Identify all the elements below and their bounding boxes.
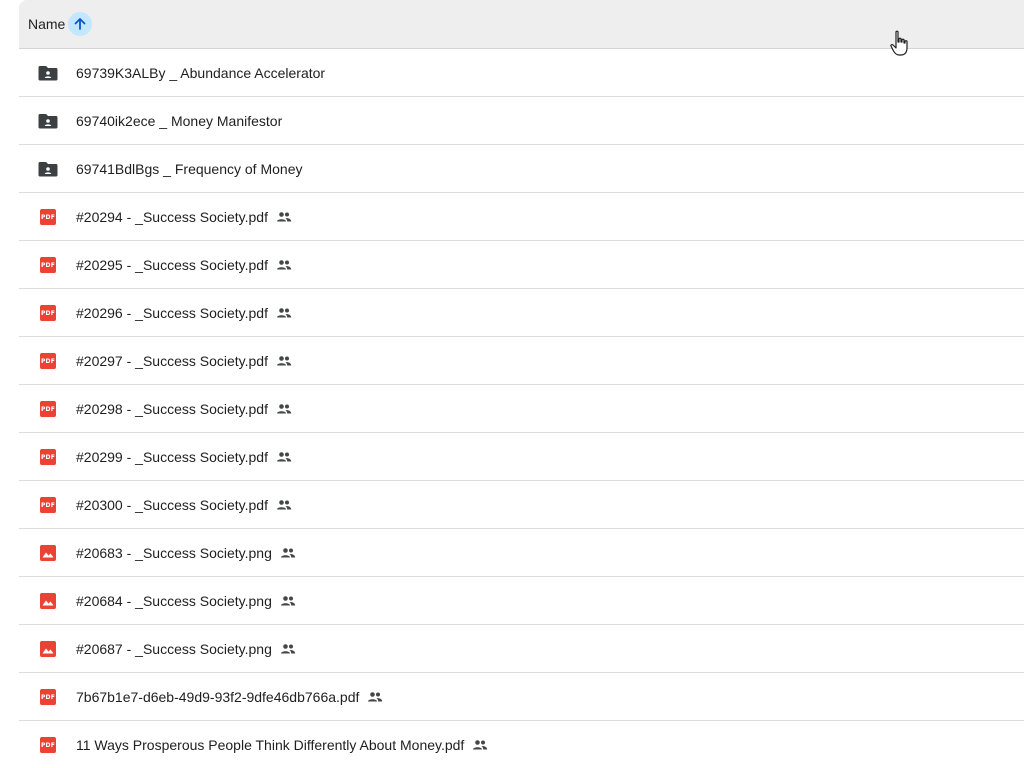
file-name: #20684 - _Success Society.png xyxy=(76,593,296,609)
pdf-icon: PDF xyxy=(38,352,58,370)
pdf-badge: PDF xyxy=(40,737,56,753)
file-name: #20294 - _Success Society.pdf xyxy=(76,209,292,225)
file-name-text: #20683 - _Success Society.png xyxy=(76,544,272,561)
file-row[interactable]: PDF #20299 - _Success Society.pdf xyxy=(19,433,1024,481)
shared-folder-icon xyxy=(38,112,58,130)
pdf-badge: PDF xyxy=(40,257,56,273)
file-row[interactable]: 69739K3ALBy _ Abundance Accelerator xyxy=(19,49,1024,97)
shared-folder-icon xyxy=(38,64,58,82)
people-icon xyxy=(276,451,292,463)
file-row[interactable]: PDF #20295 - _Success Society.pdf xyxy=(19,241,1024,289)
pdf-badge: PDF xyxy=(40,401,56,417)
file-name: #20297 - _Success Society.pdf xyxy=(76,353,292,369)
pdf-badge: PDF xyxy=(40,209,56,225)
file-name-text: #20296 - _Success Society.pdf xyxy=(76,304,268,321)
file-row[interactable]: PDF #20300 - _Success Society.pdf xyxy=(19,481,1024,529)
file-name-text: #20687 - _Success Society.png xyxy=(76,640,272,657)
people-icon xyxy=(276,307,292,319)
file-row[interactable]: #20687 - _Success Society.png xyxy=(19,625,1024,673)
pdf-badge: PDF xyxy=(40,497,56,513)
file-row[interactable]: PDF #20298 - _Success Society.pdf xyxy=(19,385,1024,433)
sort-ascending-button[interactable] xyxy=(68,12,93,36)
pdf-badge: PDF xyxy=(40,353,56,369)
people-icon xyxy=(276,355,292,367)
pdf-icon: PDF xyxy=(38,400,58,418)
file-name-text: 69740ik2ece _ Money Manifestor xyxy=(76,112,283,129)
file-name-text: #20294 - _Success Society.pdf xyxy=(76,208,268,225)
file-name: #20296 - _Success Society.pdf xyxy=(76,305,292,321)
file-row[interactable]: 69741BdlBgs _ Frequency of Money xyxy=(19,145,1024,193)
people-icon xyxy=(367,691,383,703)
file-name-text: #20298 - _Success Society.pdf xyxy=(76,400,268,417)
file-name: #20299 - _Success Society.pdf xyxy=(76,449,292,465)
file-row[interactable]: PDF #20296 - _Success Society.pdf xyxy=(19,289,1024,337)
file-name-text: 69739K3ALBy _ Abundance Accelerator xyxy=(76,64,326,81)
image-file-icon xyxy=(38,592,58,610)
file-name-text: #20295 - _Success Society.pdf xyxy=(76,256,268,273)
pdf-badge: PDF xyxy=(40,449,56,465)
people-icon xyxy=(276,259,292,271)
shared-folder-icon xyxy=(38,160,58,178)
image-file-icon xyxy=(38,640,58,658)
file-name-text: #20297 - _Success Society.pdf xyxy=(76,352,268,369)
file-name: 11 Ways Prosperous People Think Differen… xyxy=(76,737,488,753)
pdf-icon: PDF xyxy=(38,496,58,514)
people-icon xyxy=(472,739,488,751)
list-header: Name xyxy=(19,0,1024,49)
file-name-text: 7b67b1e7-d6eb-49d9-93f2-9dfe46db766a.pdf xyxy=(76,688,360,705)
file-rows: 69739K3ALBy _ Abundance Accelerator 69740… xyxy=(19,49,1024,768)
people-icon xyxy=(280,595,296,607)
pdf-icon: PDF xyxy=(38,304,58,322)
name-column-header[interactable]: Name xyxy=(28,16,65,32)
file-name: 69740ik2ece _ Money Manifestor xyxy=(76,113,282,129)
pdf-badge: PDF xyxy=(40,305,56,321)
file-name-text: #20299 - _Success Society.pdf xyxy=(76,448,268,465)
file-row[interactable]: 69740ik2ece _ Money Manifestor xyxy=(19,97,1024,145)
file-row[interactable]: #20683 - _Success Society.png xyxy=(19,529,1024,577)
file-name: 69741BdlBgs _ Frequency of Money xyxy=(76,161,302,177)
file-row[interactable]: #20684 - _Success Society.png xyxy=(19,577,1024,625)
file-name-text: 11 Ways Prosperous People Think Differen… xyxy=(76,736,465,753)
pdf-icon: PDF xyxy=(38,208,58,226)
file-name: #20683 - _Success Society.png xyxy=(76,545,296,561)
people-icon xyxy=(280,547,296,559)
file-name: #20295 - _Success Society.pdf xyxy=(76,257,292,273)
image-file-icon xyxy=(38,544,58,562)
pdf-icon: PDF xyxy=(38,256,58,274)
file-name-text: #20684 - _Success Society.png xyxy=(76,592,272,609)
drive-page: Name 69739K3ALBy _ Abundance Accelerator… xyxy=(0,0,1024,768)
people-icon xyxy=(276,211,292,223)
pdf-badge: PDF xyxy=(40,689,56,705)
people-icon xyxy=(276,499,292,511)
file-name: 7b67b1e7-d6eb-49d9-93f2-9dfe46db766a.pdf xyxy=(76,689,383,705)
file-name-text: 69741BdlBgs _ Frequency of Money xyxy=(76,160,303,177)
file-row[interactable]: PDF 7b67b1e7-d6eb-49d9-93f2-9dfe46db766a.… xyxy=(19,673,1024,721)
file-name: #20687 - _Success Society.png xyxy=(76,641,296,657)
file-name-text: #20300 - _Success Society.pdf xyxy=(76,496,268,513)
file-row[interactable]: PDF #20297 - _Success Society.pdf xyxy=(19,337,1024,385)
arrow-up-icon xyxy=(74,18,86,30)
file-name: 69739K3ALBy _ Abundance Accelerator xyxy=(76,65,325,81)
file-row[interactable]: PDF #20294 - _Success Society.pdf xyxy=(19,193,1024,241)
pdf-icon: PDF xyxy=(38,736,58,754)
people-icon xyxy=(280,643,296,655)
file-row[interactable]: PDF 11 Ways Prosperous People Think Diffe… xyxy=(19,721,1024,768)
file-name: #20298 - _Success Society.pdf xyxy=(76,401,292,417)
people-icon xyxy=(276,403,292,415)
pdf-icon: PDF xyxy=(38,688,58,706)
file-list: Name 69739K3ALBy _ Abundance Accelerator… xyxy=(19,0,1024,768)
pdf-icon: PDF xyxy=(38,448,58,466)
file-name: #20300 - _Success Society.pdf xyxy=(76,497,292,513)
